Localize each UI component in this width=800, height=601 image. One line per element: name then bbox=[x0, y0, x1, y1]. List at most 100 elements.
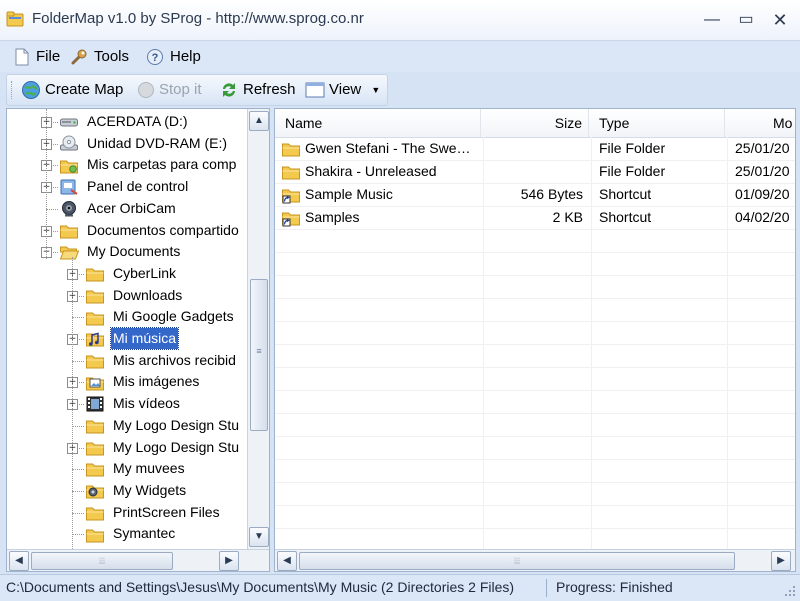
tree-item[interactable]: Mis imágenes bbox=[85, 371, 201, 392]
create-map-label: Create Map bbox=[45, 81, 124, 98]
create-map-button[interactable]: Create Map bbox=[21, 79, 123, 101]
menu-tools[interactable]: Tools bbox=[70, 46, 129, 68]
name-cell: Gwen Stefani - The Swe… bbox=[281, 137, 481, 160]
minimize-button[interactable]: — bbox=[700, 8, 724, 32]
scroll-left-arrow-icon[interactable]: ◀ bbox=[277, 551, 297, 571]
tree-item[interactable]: Downloads bbox=[85, 285, 184, 306]
tree-item-label: My Widgets bbox=[113, 481, 187, 498]
tree-vertical-scroll-thumb[interactable]: ≡ bbox=[250, 279, 268, 431]
tree-item[interactable]: Mi música bbox=[85, 327, 180, 350]
file-name: Gwen Stefani - The Swe… bbox=[305, 140, 471, 156]
file-list[interactable]: Name Size Type Mo Gwen Stefani - The Swe… bbox=[274, 108, 796, 572]
table-row[interactable]: Shakira - Unreleased File Folder 25/01/20 bbox=[275, 160, 795, 183]
menu-file-label: File bbox=[36, 48, 61, 65]
file-modified: 04/02/20 bbox=[735, 209, 790, 225]
tree-item[interactable]: My Logo Design Stu bbox=[85, 437, 241, 458]
tree-item-label: Symantec bbox=[113, 525, 176, 542]
menu-help[interactable]: ? Help bbox=[146, 46, 201, 68]
tree-item-label: My Logo Design Stu bbox=[113, 438, 240, 455]
grip-icon: ≡ bbox=[256, 346, 262, 356]
tree-item[interactable]: PrintScreen Files bbox=[85, 502, 222, 523]
svg-text:?: ? bbox=[152, 52, 159, 64]
menu-help-label: Help bbox=[170, 48, 201, 65]
resize-grip-icon[interactable] bbox=[784, 585, 796, 597]
file-name: Samples bbox=[305, 209, 360, 225]
tree-item-label: Mis archivos recibid bbox=[113, 351, 236, 368]
tree-item-label: ACERDATA (D:) bbox=[87, 113, 188, 129]
tree-item-label: CyberLink bbox=[113, 264, 177, 281]
scroll-right-arrow-icon[interactable]: ▶ bbox=[219, 551, 239, 571]
file-icon bbox=[15, 48, 29, 66]
tree-item-label: Mi Google Gadgets bbox=[113, 308, 234, 325]
tree-item[interactable]: Mis carpetas para comp bbox=[59, 154, 238, 175]
stop-it-label: Stop it bbox=[159, 81, 202, 98]
tree-item[interactable]: Unidad DVD-RAM (E:) bbox=[59, 133, 229, 154]
file-modified: 01/09/20 bbox=[735, 186, 790, 202]
folder-icon bbox=[60, 225, 78, 239]
list-horizontal-scroll-thumb[interactable]: ⦙⦙⦙ bbox=[299, 552, 735, 570]
tree-item-label: Panel de control bbox=[87, 178, 189, 195]
tree-item-label: Unidad DVD-RAM (E:) bbox=[87, 134, 228, 151]
tree-item-label: Documentos compartido bbox=[87, 221, 239, 238]
tree-item[interactable]: ACERDATA (D:) bbox=[59, 111, 190, 132]
file-size bbox=[483, 160, 583, 183]
tree-item-label: My muvees bbox=[113, 460, 185, 477]
scroll-down-arrow-icon[interactable]: ▼ bbox=[249, 527, 269, 547]
folder-open-icon bbox=[59, 246, 79, 260]
scroll-right-arrow-icon[interactable]: ▶ bbox=[771, 551, 791, 571]
tree-item[interactable]: My Widgets bbox=[85, 480, 188, 501]
tree-item-label: Mi música bbox=[109, 327, 180, 350]
scroll-left-arrow-icon[interactable]: ◀ bbox=[9, 551, 29, 571]
scroll-up-arrow-icon[interactable]: ▲ bbox=[249, 111, 269, 131]
tree-item-label: Mis vídeos bbox=[113, 395, 180, 412]
tree-item[interactable]: CyberLink bbox=[85, 263, 178, 284]
view-label: View bbox=[329, 81, 362, 98]
chevron-down-icon: ▼ bbox=[371, 85, 381, 96]
stop-it-button[interactable]: Stop it bbox=[137, 79, 202, 101]
tree-item[interactable]: My Documents bbox=[59, 241, 182, 262]
refresh-button[interactable]: Refresh bbox=[219, 79, 296, 101]
tree-item[interactable]: My Logo Design Stu bbox=[85, 415, 241, 436]
status-bar: C:\Documents and Settings\Jesus\My Docum… bbox=[0, 574, 800, 601]
tree-item[interactable]: Mis archivos recibid bbox=[85, 350, 238, 371]
tree-connector bbox=[46, 208, 58, 210]
tree-item[interactable]: Documentos compartido bbox=[59, 220, 241, 241]
file-type: Shortcut bbox=[599, 186, 652, 202]
file-size bbox=[483, 137, 583, 160]
table-row[interactable]: Sample Music 546 Bytes Shortcut 01/09/20 bbox=[275, 183, 795, 206]
folder-shortcut-icon bbox=[282, 212, 300, 227]
table-row[interactable]: Samples 2 KB Shortcut 04/02/20 bbox=[275, 206, 795, 229]
menu-file[interactable]: File bbox=[14, 46, 60, 68]
tree-item[interactable]: Mi Google Gadgets bbox=[85, 306, 236, 327]
tree-item-label: Downloads bbox=[113, 286, 183, 303]
tree-item[interactable]: Symantec bbox=[85, 523, 177, 544]
tree-item[interactable]: Mis vídeos bbox=[85, 393, 182, 414]
tree-vertical-scrollbar[interactable]: ▲ ≡ ▼ bbox=[247, 109, 269, 549]
pictures-folder-icon bbox=[86, 377, 104, 391]
file-type: File Folder bbox=[599, 163, 666, 179]
tree-item[interactable]: Acer OrbiCam bbox=[59, 198, 178, 219]
help-icon: ? bbox=[147, 49, 163, 66]
list-horizontal-scrollbar[interactable]: ◀ ⦙⦙⦙ ▶ bbox=[275, 549, 795, 571]
view-dropdown-button[interactable]: View ▼ bbox=[305, 79, 380, 101]
tree-horizontal-scrollbar[interactable]: ◀ ⦙⦙⦙ ▶ bbox=[7, 549, 269, 571]
close-button[interactable]: ✕ bbox=[768, 8, 792, 32]
file-type: File Folder bbox=[599, 140, 666, 156]
dvd-drive-icon bbox=[60, 135, 78, 151]
maximize-button[interactable]: ▭ bbox=[734, 8, 758, 32]
window-title: FolderMap v1.0 by SProg - http://www.spr… bbox=[32, 10, 364, 27]
tree-horizontal-scroll-thumb[interactable]: ⦙⦙⦙ bbox=[31, 552, 173, 570]
tree-connector bbox=[72, 469, 84, 471]
tree-item[interactable]: My muvees bbox=[85, 458, 187, 479]
tree-item-label: Mis carpetas para comp bbox=[87, 156, 237, 173]
status-progress: Progress: Finished bbox=[556, 579, 673, 595]
tree-item-label: PrintScreen Files bbox=[113, 503, 220, 520]
folder-tree[interactable]: ACERDATA (D:) + Unidad DVD-RAM (E:) + Mis ca… bbox=[6, 108, 270, 572]
list-rows: Gwen Stefani - The Swe… File Folder 25/01/… bbox=[275, 137, 795, 549]
file-size: 2 KB bbox=[552, 209, 583, 225]
table-row[interactable]: Gwen Stefani - The Swe… File Folder 25/01/… bbox=[275, 137, 795, 160]
tree-item[interactable]: Panel de control bbox=[59, 176, 190, 197]
title-bar[interactable]: FolderMap v1.0 by SProg - http://www.spr… bbox=[0, 0, 800, 41]
folder-icon bbox=[86, 420, 104, 434]
toolbar-grip[interactable] bbox=[11, 81, 14, 99]
